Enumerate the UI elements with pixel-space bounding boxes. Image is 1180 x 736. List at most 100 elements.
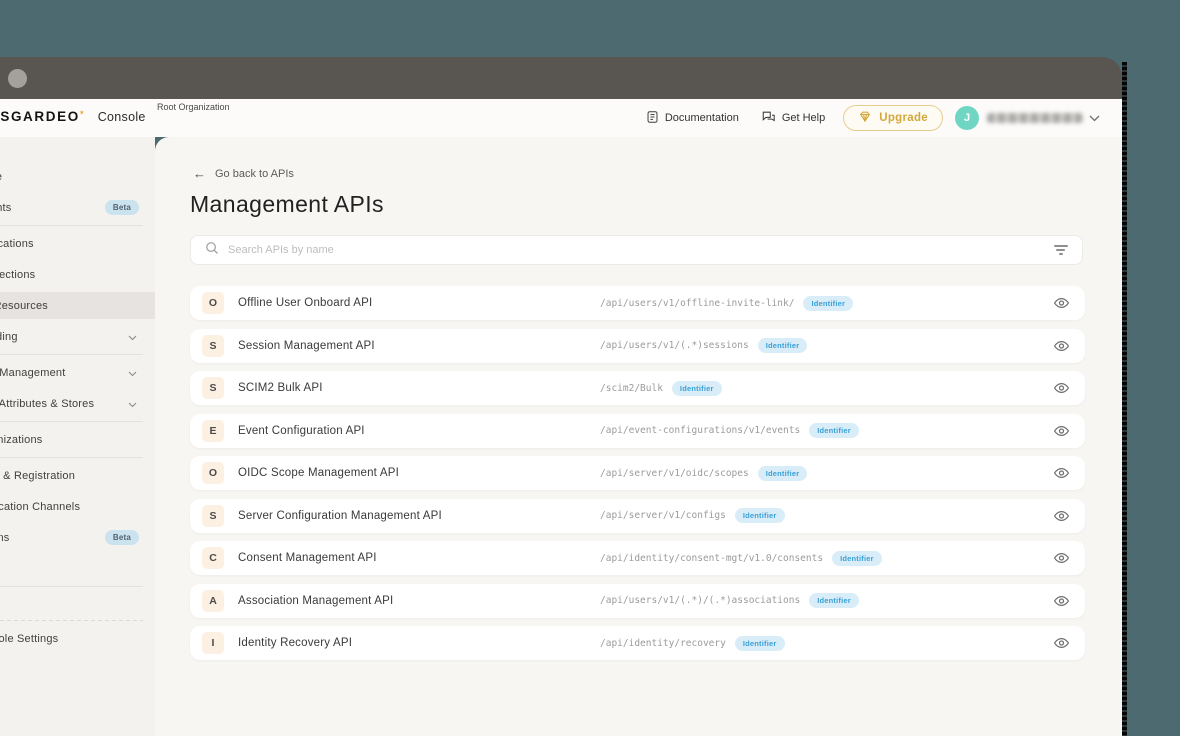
sidebar-divider xyxy=(0,457,143,458)
sidebar-item-label: Login & Registration xyxy=(0,469,76,482)
api-endpoint-path: /api/event-configurations/v1/events xyxy=(600,425,801,436)
api-endpoint-path: /api/server/v1/configs xyxy=(600,510,726,521)
eye-view-icon[interactable] xyxy=(1053,381,1070,400)
api-name: Session Management API xyxy=(238,339,375,352)
chevron-down-icon xyxy=(128,395,137,413)
sidebar-item-label: Logs xyxy=(0,563,139,575)
app-header: ASGARDEO✶ Console Root Organization Docu… xyxy=(0,99,1122,137)
identifier-badge: Identifier xyxy=(757,338,808,353)
eye-view-icon[interactable] xyxy=(1053,296,1070,315)
identifier-badge: Identifier xyxy=(757,465,808,481)
search-bar xyxy=(190,235,1083,265)
identifier-badge: Identifier xyxy=(832,550,882,566)
sidebar-item-connections[interactable]: Connections xyxy=(0,259,155,290)
sidebar-item-console-settings[interactable]: Console Settings xyxy=(0,623,155,654)
upgrade-button[interactable]: Upgrade xyxy=(843,105,943,131)
api-row[interactable]: I Identity Recovery API /api/identity/re… xyxy=(190,626,1085,660)
api-row[interactable]: S Session Management API /api/users/v1/(… xyxy=(190,328,1085,363)
user-email-blurred xyxy=(987,113,1083,123)
header-actions: Documentation Get Help Upgrade J xyxy=(646,99,1100,137)
api-initial-avatar: S xyxy=(202,377,224,399)
sidebar-item-label: User Attributes & Stores xyxy=(0,397,95,410)
get-help-label: Get Help xyxy=(781,112,826,124)
beta-badge: Beta xyxy=(104,530,139,545)
identifier-badge: Identifier xyxy=(734,635,785,651)
api-endpoint-path: /scim2/Bulk xyxy=(600,382,663,394)
sidebar-divider xyxy=(0,586,143,587)
window-control-button[interactable] xyxy=(8,69,27,88)
document-icon xyxy=(646,110,659,127)
api-name: Association Management API xyxy=(238,594,394,607)
filter-icon[interactable] xyxy=(1053,244,1068,256)
sidebar-item-label: Actions xyxy=(0,531,10,544)
api-row[interactable]: C Consent Management API /api/identity/c… xyxy=(190,541,1085,575)
logo-text: ASGARDEO xyxy=(0,109,80,124)
api-endpoint-path: /api/identity/consent-mgt/v1.0/consents xyxy=(600,552,824,564)
sidebar-item-insights[interactable]: Insights Beta xyxy=(0,192,155,223)
api-name: Event Configuration API xyxy=(238,424,365,437)
eye-view-icon[interactable] xyxy=(1053,339,1070,358)
api-endpoint-path: /api/identity/recovery xyxy=(600,637,726,649)
eye-view-icon[interactable] xyxy=(1053,594,1070,613)
documentation-label: Documentation xyxy=(664,112,739,124)
api-endpoint-path: /api/users/v1/(.*)sessions xyxy=(600,340,749,351)
sidebar-item-notification-channels[interactable]: Notification Channels xyxy=(0,491,155,522)
sidebar-divider xyxy=(0,225,143,226)
api-name: Consent Management API xyxy=(238,552,377,564)
sidebar-item-login-registration[interactable]: Login & Registration xyxy=(0,460,155,491)
back-link[interactable]: ← Go back to APIs xyxy=(193,166,294,181)
sidebar-item-label: Home xyxy=(0,171,139,183)
sidebar-item-branding[interactable]: Branding xyxy=(0,321,155,352)
sidebar-item-label: User Management xyxy=(0,366,66,379)
sidebar-item-label: API Resources xyxy=(0,299,48,312)
eye-view-icon[interactable] xyxy=(1053,551,1070,570)
api-initial-avatar: E xyxy=(202,419,224,442)
documentation-link[interactable]: Documentation xyxy=(646,110,739,127)
api-row[interactable]: S Server Configuration Management API /a… xyxy=(190,498,1085,533)
sidebar-item-user-management[interactable]: User Management xyxy=(0,357,155,388)
back-link-label: Go back to APIs xyxy=(215,167,294,180)
sidebar-item-logs[interactable]: Logs xyxy=(0,553,155,584)
chat-help-icon xyxy=(761,110,776,127)
api-initial-avatar: S xyxy=(202,334,224,357)
eye-view-icon[interactable] xyxy=(1053,636,1070,655)
sidebar-item-label: Connections xyxy=(0,268,36,281)
sidebar-item-label: Notification Channels xyxy=(0,500,81,513)
user-avatar[interactable]: J xyxy=(955,106,979,130)
sidebar-item-label: Console Settings xyxy=(0,632,59,645)
identifier-badge: Identifier xyxy=(734,508,785,523)
eye-view-icon[interactable] xyxy=(1053,424,1070,443)
sidebar-item-actions[interactable]: Actions Beta xyxy=(0,522,155,553)
sidebar-item-api-resources[interactable]: API Resources xyxy=(0,290,155,321)
eye-view-icon[interactable] xyxy=(1053,466,1070,485)
sidebar-item-label: Insights xyxy=(0,201,12,214)
breadcrumb-root-organization[interactable]: Root Organization xyxy=(157,102,230,112)
sidebar-divider xyxy=(0,421,143,422)
sidebar-divider xyxy=(0,354,143,355)
sidebar-item-label: Organizations xyxy=(0,433,43,446)
api-row[interactable]: O Offline User Onboard API /api/users/v1… xyxy=(190,286,1085,320)
api-initial-avatar: A xyxy=(202,589,224,612)
upgrade-label: Upgrade xyxy=(879,112,928,124)
identifier-badge: Identifier xyxy=(803,295,854,311)
api-name: OIDC Scope Management API xyxy=(238,467,399,479)
eye-view-icon[interactable] xyxy=(1053,509,1070,528)
search-input[interactable] xyxy=(228,244,1053,256)
search-icon xyxy=(205,241,219,260)
sidebar-item-user-attributes-stores[interactable]: User Attributes & Stores xyxy=(0,388,155,419)
api-name: Identity Recovery API xyxy=(238,637,353,649)
beta-badge: Beta xyxy=(104,200,139,215)
sidebar-divider xyxy=(0,620,143,621)
sidebar-item-organizations[interactable]: Organizations xyxy=(0,424,155,455)
api-row[interactable]: O OIDC Scope Management API /api/server/… xyxy=(190,456,1085,490)
gem-icon xyxy=(858,110,872,126)
api-row[interactable]: A Association Management API /api/users/… xyxy=(190,583,1085,618)
sidebar-item-applications[interactable]: Applications xyxy=(0,228,155,259)
sidebar-item-home[interactable]: Home xyxy=(0,161,155,192)
sidebar-nav: Home Insights Beta Applications Connecti… xyxy=(0,137,155,736)
api-row[interactable]: S SCIM2 Bulk API /scim2/Bulk Identifier xyxy=(190,371,1085,405)
api-row[interactable]: E Event Configuration API /api/event-con… xyxy=(190,413,1085,448)
chevron-down-icon[interactable] xyxy=(1089,109,1100,127)
api-name: SCIM2 Bulk API xyxy=(238,382,323,394)
get-help-link[interactable]: Get Help xyxy=(761,110,825,127)
